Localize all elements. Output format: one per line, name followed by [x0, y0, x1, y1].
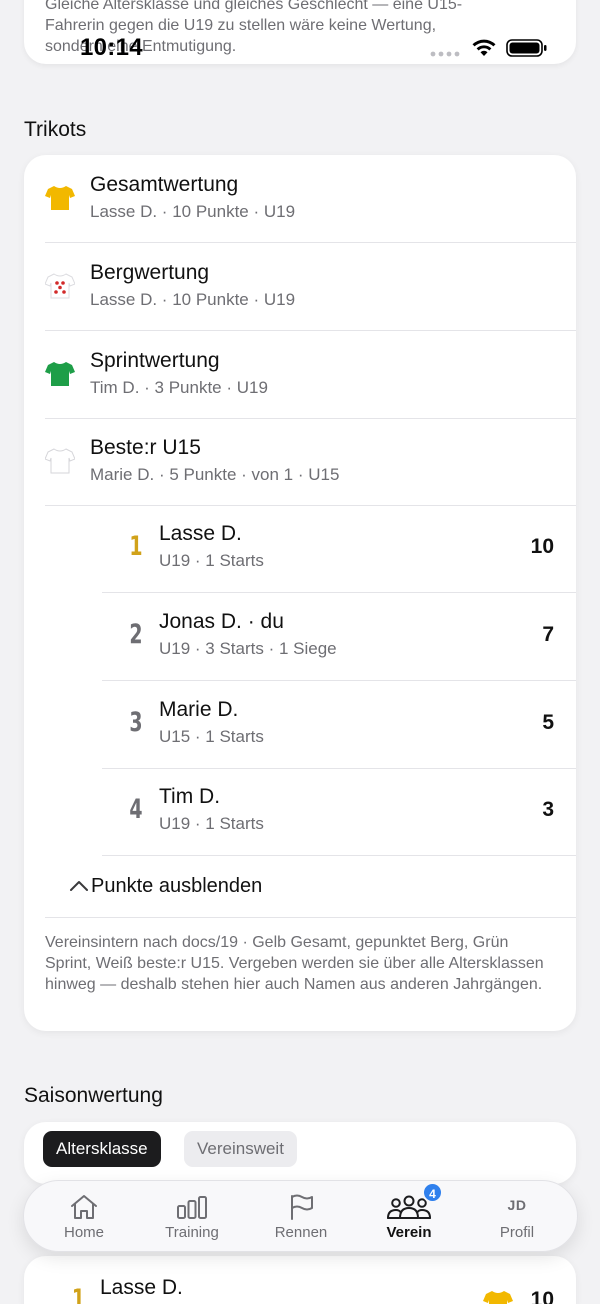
jersey-holder: Tim D. · 3 Punkte · U19 — [90, 378, 268, 397]
polka-dot-jersey-icon — [45, 273, 75, 299]
tab-bar: Home Training Rennen 4 Verein JD Profil — [23, 1180, 578, 1252]
standing-points: 5 — [542, 711, 554, 734]
jersey-title: Bergwertung — [90, 261, 210, 284]
tab-training[interactable]: Training — [142, 1181, 242, 1253]
season-rank: 1 — [71, 1284, 85, 1304]
section-title-trikots: Trikots — [24, 118, 87, 141]
standing-rank: 4 — [129, 794, 143, 825]
jersey-row-sprint[interactable]: Sprintwertung Tim D. · 3 Punkte · U19 — [45, 331, 576, 419]
tab-verein[interactable]: 4 Verein — [359, 1181, 459, 1253]
jersey-holder: Lasse D. · 10 Punkte · U19 — [90, 202, 296, 221]
standing-row[interactable]: 3 Marie D. U15 · 1 Starts 5 — [102, 681, 576, 769]
trikots-card: Gesamtwertung Lasse D. · 10 Punkte · U19… — [24, 155, 576, 1031]
avatar: JD — [507, 1197, 527, 1213]
hide-points-label: Punkte ausblenden — [91, 875, 263, 897]
standing-rank: 2 — [129, 619, 143, 650]
season-points: 10 — [530, 1288, 554, 1304]
standing-name: Marie D. — [159, 698, 239, 721]
chevron-up-icon — [70, 881, 88, 891]
jersey-title: Beste:r U15 — [90, 436, 201, 459]
notification-badge: 4 — [422, 1182, 443, 1203]
standing-meta: U19 · 1 Starts — [159, 814, 264, 833]
standing-name: Tim D. — [159, 785, 221, 808]
jersey-title: Gesamtwertung — [90, 173, 239, 196]
jersey-explanation: Vereinsintern nach docs/19 · Gelb Gesamt… — [45, 934, 544, 993]
standing-meta: U19 · 3 Starts · 1 Siege — [159, 639, 337, 658]
section-title-saisonwertung: Saisonwertung — [24, 1084, 163, 1107]
standing-row[interactable]: 2 Jonas D. · du U19 · 3 Starts · 1 Siege… — [102, 593, 576, 681]
tab-label: Verein — [386, 1224, 432, 1241]
jersey-row-gesamt[interactable]: Gesamtwertung Lasse D. · 10 Punkte · U19 — [45, 155, 576, 243]
tab-label: Rennen — [274, 1224, 328, 1241]
standing-name: Lasse D. — [159, 522, 242, 545]
jersey-title: Sprintwertung — [90, 349, 220, 372]
bar-chart-icon — [177, 1196, 207, 1219]
yellow-jersey-icon — [45, 186, 75, 210]
tab-label: Profil — [499, 1224, 535, 1241]
standing-row[interactable]: 1 Lasse D. U19 · 1 Starts 10 — [102, 505, 576, 593]
status-bar: 10:14 — [0, 0, 600, 61]
standing-row[interactable]: 4 Tim D. U19 · 1 Starts 3 — [102, 768, 576, 856]
tab-profil[interactable]: JD Profil — [467, 1181, 567, 1253]
status-time: 10:14 — [80, 34, 143, 61]
battery-icon — [506, 39, 547, 57]
standing-points: 3 — [542, 798, 554, 821]
season-name: Lasse D. — [100, 1276, 183, 1299]
flag-icon — [291, 1194, 313, 1220]
segment-altersklasse[interactable]: Altersklasse — [43, 1131, 161, 1167]
tab-rennen[interactable]: Rennen — [251, 1181, 351, 1253]
season-standings-card: 1 Lasse D. 10 — [24, 1256, 576, 1304]
signal-dots-icon — [430, 51, 460, 57]
jersey-holder: Marie D. · 5 Punkte · von 1 · U15 — [90, 465, 340, 484]
home-icon — [71, 1195, 97, 1219]
standing-rank: 3 — [129, 707, 143, 738]
standing-meta: U15 · 1 Starts — [159, 727, 264, 746]
standing-rank: 1 — [129, 531, 143, 562]
jersey-row-u15[interactable]: Beste:r U15 Marie D. · 5 Punkte · von 1 … — [45, 418, 576, 506]
jersey-row-berg[interactable]: Bergwertung Lasse D. · 10 Punkte · U19 — [45, 243, 576, 331]
white-jersey-icon — [45, 448, 75, 474]
standing-name: Jonas D. · du — [159, 610, 284, 633]
standing-meta: U19 · 1 Starts — [159, 551, 264, 570]
segment-vereinsweit[interactable]: Vereinsweit — [184, 1131, 297, 1167]
tab-home[interactable]: Home — [34, 1181, 134, 1253]
scope-segment-card: Altersklasse Vereinsweit — [24, 1122, 576, 1184]
wifi-icon — [472, 39, 496, 56]
yellow-jersey-icon — [483, 1291, 513, 1304]
tab-label: Home — [63, 1224, 104, 1241]
standing-points: 10 — [530, 535, 554, 558]
hide-points-toggle[interactable]: Punkte ausblenden — [45, 856, 576, 918]
standing-points: 7 — [542, 623, 554, 646]
tab-label: Training — [165, 1224, 219, 1241]
green-jersey-icon — [45, 362, 75, 386]
jersey-holder: Lasse D. · 10 Punkte · U19 — [90, 290, 296, 309]
